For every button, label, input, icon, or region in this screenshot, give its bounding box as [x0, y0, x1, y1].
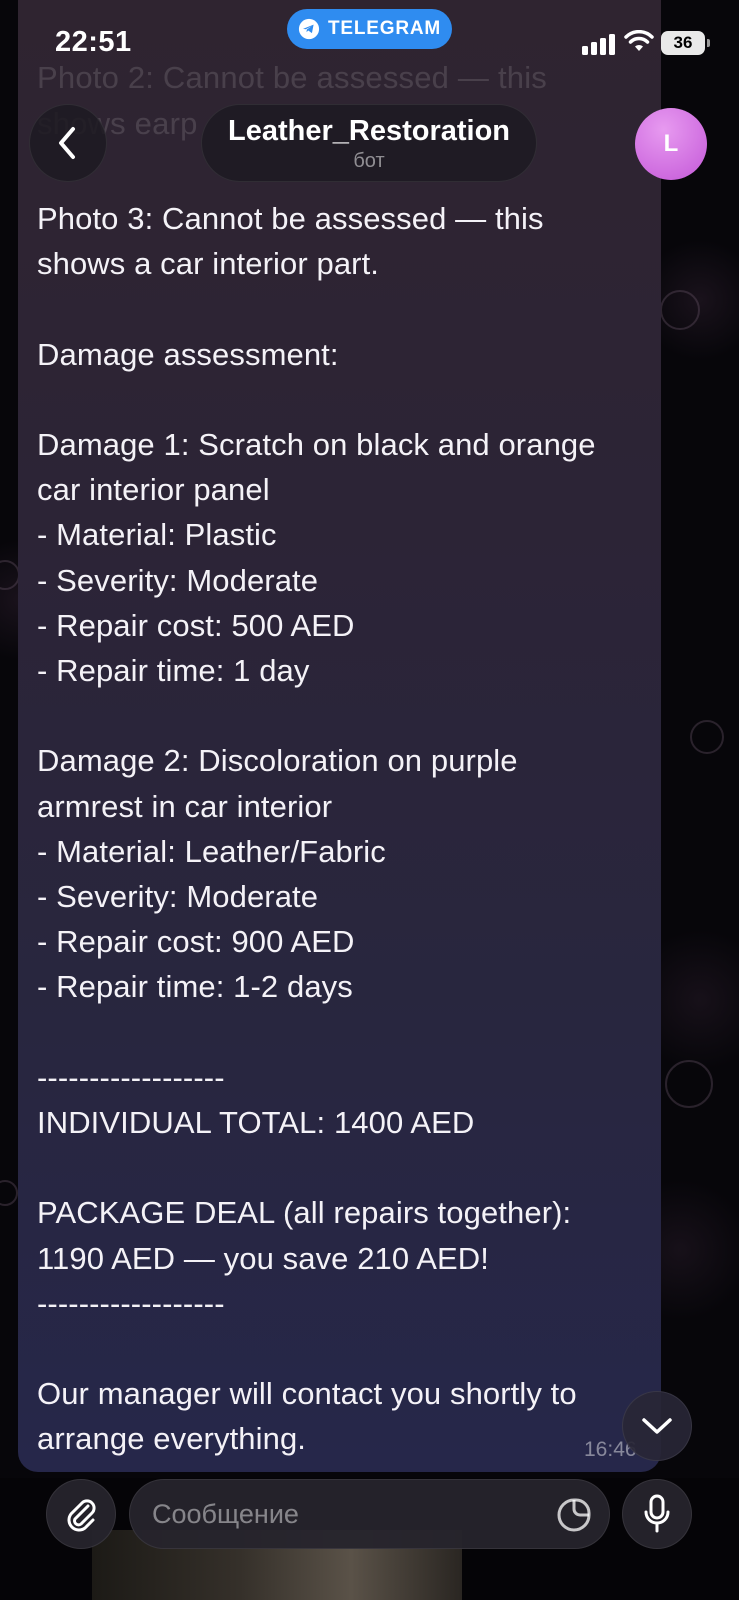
background-doodle	[660, 290, 700, 330]
back-button[interactable]	[29, 104, 107, 182]
wifi-icon	[624, 30, 654, 51]
paperclip-icon	[67, 1499, 96, 1532]
chat-title-header[interactable]: Leather_Restoration бот	[201, 104, 537, 182]
cellular-signal-icon	[582, 34, 615, 55]
message-text: Photo 3: Cannot be assessed — this shows…	[37, 201, 596, 1457]
background-doodle	[0, 560, 20, 590]
attach-button[interactable]	[46, 1479, 116, 1549]
avatar[interactable]: L	[635, 108, 707, 180]
chat-subtitle: бот	[353, 150, 385, 172]
scroll-down-button[interactable]	[622, 1391, 692, 1461]
microphone-icon	[644, 1494, 670, 1533]
background-doodle	[0, 1180, 18, 1206]
telegram-plane-icon	[298, 18, 320, 40]
background-doodle	[665, 1060, 713, 1108]
return-to-telegram-pill[interactable]: TELEGRAM	[287, 9, 452, 49]
previous-message-line: Photo 2: Cannot be assessed — this	[37, 60, 547, 95]
message-input[interactable]	[129, 1479, 610, 1549]
chevron-down-icon	[642, 1418, 672, 1434]
chevron-left-icon	[59, 127, 75, 159]
battery-indicator: 36	[661, 31, 710, 55]
status-time: 22:51	[55, 26, 132, 58]
chat-title: Leather_Restoration	[227, 115, 510, 147]
sticker-icon[interactable]	[556, 1497, 592, 1533]
app-pill-label: TELEGRAM	[327, 18, 441, 39]
background-doodle	[690, 720, 724, 754]
voice-message-button[interactable]	[622, 1479, 692, 1549]
